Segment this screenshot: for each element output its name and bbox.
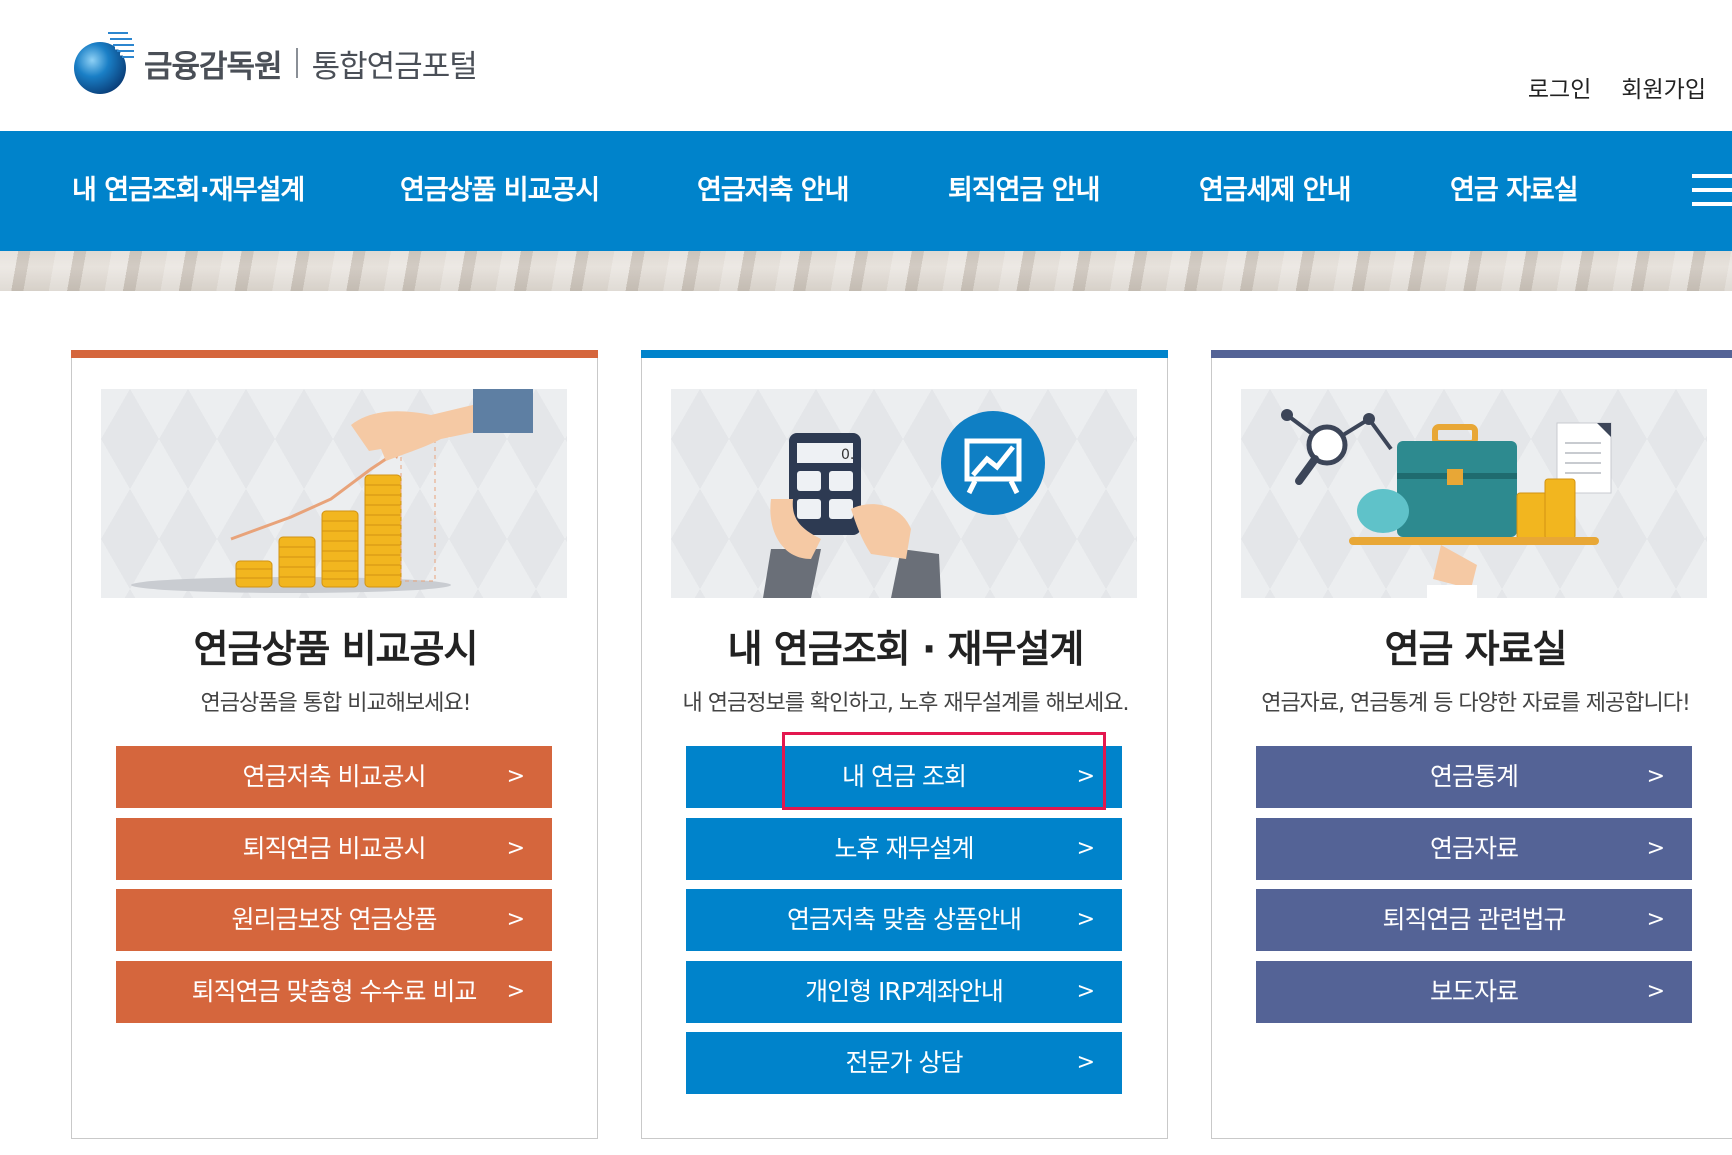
card-title: 내 연금조회 · 재무설계 [727, 627, 1085, 671]
pension-materials-button[interactable]: 연금자료 > [1256, 818, 1692, 880]
pension-savings-compare-button[interactable]: 연금저축 비교공시 > [116, 746, 552, 808]
chevron-right-icon: > [1646, 979, 1665, 1004]
globe-logo-icon [70, 30, 136, 96]
fee-compare-button[interactable]: 퇴직연금 맞춤형 수수료 비교 > [116, 961, 552, 1023]
chevron-right-icon: > [1076, 979, 1095, 1004]
card-library: 연금 자료실 연금자료, 연금통계 등 다양한 자료를 제공합니다! 연금통계 >… [1211, 350, 1732, 1139]
signup-link[interactable]: 회원가입 [1621, 70, 1706, 104]
main-nav: 내 연금조회·재무설계 연금상품 비교공시 연금저축 안내 퇴직연금 안내 연금… [0, 131, 1732, 251]
nav-item-library[interactable]: 연금 자료실 [1450, 131, 1579, 251]
card-description: 연금자료, 연금통계 등 다양한 자료를 제공합니다! [1261, 691, 1691, 716]
chevron-right-icon: > [1076, 1050, 1095, 1075]
chevron-right-icon: > [506, 907, 525, 932]
card-description: 내 연금정보를 확인하고, 노후 재무설계를 해보세요. [682, 691, 1130, 716]
nav-item-pension-savings[interactable]: 연금저축 안내 [697, 131, 849, 251]
chevron-right-icon: > [1076, 907, 1095, 932]
hero-banner-strip [0, 251, 1732, 291]
chevron-right-icon: > [1076, 764, 1095, 789]
pension-statistics-button[interactable]: 연금통계 > [1256, 746, 1692, 808]
retirement-pension-regulations-button[interactable]: 퇴직연금 관련법규 > [1256, 889, 1692, 951]
retirement-financial-plan-button[interactable]: 노후 재무설계 > [686, 818, 1122, 880]
nav-item-tax-info[interactable]: 연금세제 안내 [1199, 131, 1351, 251]
card-title: 연금상품 비교공시 [193, 627, 479, 671]
card-description: 연금상품을 통합 비교해보세요! [200, 691, 472, 716]
chevron-right-icon: > [1646, 764, 1665, 789]
site-header: 금융감독원 통합연금포털 로그인 회원가입 [0, 0, 1732, 131]
card-accent-bar [641, 350, 1168, 358]
chevron-right-icon: > [506, 764, 525, 789]
retirement-pension-compare-button[interactable]: 퇴직연금 비교공시 > [116, 818, 552, 880]
chevron-right-icon: > [506, 979, 525, 1004]
nav-item-my-pension[interactable]: 내 연금조회·재무설계 [72, 131, 305, 251]
calculator-chart-illustration: 0. [671, 389, 1137, 598]
logo-divider [295, 48, 298, 78]
nav-item-product-compare[interactable]: 연금상품 비교공시 [400, 131, 600, 251]
custom-product-guide-button[interactable]: 연금저축 맞춤 상품안내 > [686, 889, 1122, 951]
chevron-right-icon: > [1076, 836, 1095, 861]
card-title: 연금 자료실 [1384, 627, 1567, 671]
card-my-pension: 0. 내 연금조회 · 재무설계 내 연금정보를 확인하고, 노후 재무설계를 … [641, 350, 1168, 1139]
chevron-right-icon: > [506, 836, 525, 861]
principal-guaranteed-products-button[interactable]: 원리금보장 연금상품 > [116, 889, 552, 951]
login-link[interactable]: 로그인 [1528, 70, 1591, 104]
my-pension-inquiry-button[interactable]: 내 연금 조회 > [686, 746, 1122, 808]
card-accent-bar [1211, 350, 1732, 358]
expert-consultation-button[interactable]: 전문가 상담 > [686, 1032, 1122, 1094]
chevron-right-icon: > [1646, 907, 1665, 932]
card-accent-bar [71, 350, 598, 358]
nav-item-retirement-pension[interactable]: 퇴직연금 안내 [948, 131, 1100, 251]
menu-icon[interactable] [1692, 174, 1732, 208]
svg-text:0.: 0. [841, 447, 854, 463]
org-name: 금융감독원 [144, 48, 283, 85]
briefcase-data-illustration [1241, 389, 1707, 598]
top-links: 로그인 회원가입 [1528, 70, 1706, 104]
card-product-compare: 연금상품 비교공시 연금상품을 통합 비교해보세요! 연금저축 비교공시 > 퇴직… [71, 350, 598, 1139]
site-logo[interactable]: 금융감독원 통합연금포털 [70, 30, 478, 96]
press-releases-button[interactable]: 보도자료 > [1256, 961, 1692, 1023]
irp-account-guide-button[interactable]: 개인형 IRP계좌안내 > [686, 961, 1122, 1023]
portal-name: 통합연금포털 [311, 48, 478, 85]
chevron-right-icon: > [1646, 836, 1665, 861]
coins-growth-illustration [101, 389, 567, 598]
